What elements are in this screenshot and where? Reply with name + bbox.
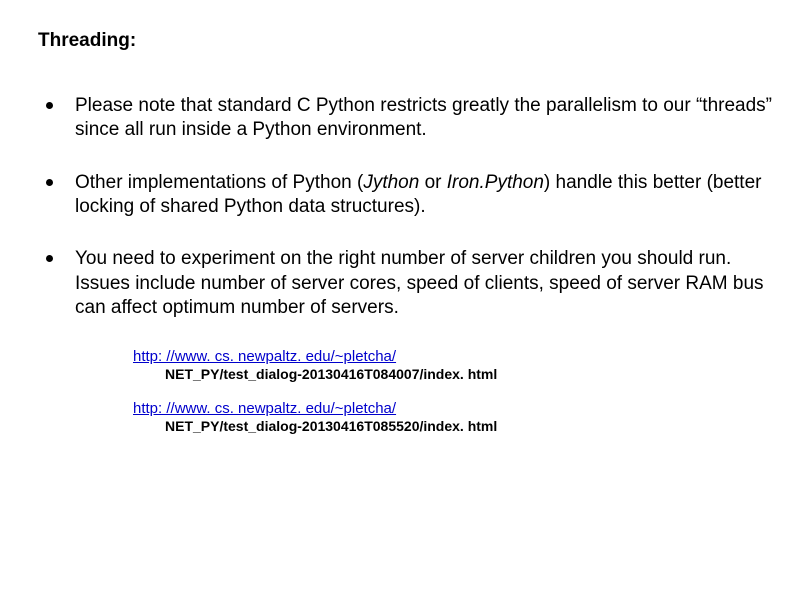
list-item: Please note that standard C Python restr…: [46, 94, 776, 143]
link-subpath: NET_PY/test_dialog-20130416T085520/index…: [165, 418, 776, 434]
slide-title: Threading:: [38, 30, 776, 52]
bullet-text: Please note that standard C Python restr…: [75, 94, 776, 143]
bullet-icon: [46, 179, 53, 186]
bullet-icon: [46, 102, 53, 109]
text-span: or: [419, 172, 446, 193]
bullet-list: Please note that standard C Python restr…: [38, 94, 776, 320]
bullet-text: You need to experiment on the right numb…: [75, 247, 776, 320]
italic-text: Jython: [363, 172, 419, 193]
links-block: http: //www. cs. newpaltz. edu/~pletcha/…: [133, 348, 776, 434]
bullet-icon: [46, 255, 53, 262]
link-group: http: //www. cs. newpaltz. edu/~pletcha/…: [133, 400, 776, 434]
list-item: You need to experiment on the right numb…: [46, 247, 776, 320]
reference-link[interactable]: http: //www. cs. newpaltz. edu/~pletcha/: [133, 400, 396, 417]
link-subpath: NET_PY/test_dialog-20130416T084007/index…: [165, 366, 776, 382]
link-group: http: //www. cs. newpaltz. edu/~pletcha/…: [133, 348, 776, 382]
reference-link[interactable]: http: //www. cs. newpaltz. edu/~pletcha/: [133, 348, 396, 365]
italic-text: Iron.Python: [447, 172, 544, 193]
text-span: Other implementations of Python (: [75, 172, 363, 193]
list-item: Other implementations of Python (Jython …: [46, 171, 776, 220]
bullet-text: Other implementations of Python (Jython …: [75, 171, 776, 220]
